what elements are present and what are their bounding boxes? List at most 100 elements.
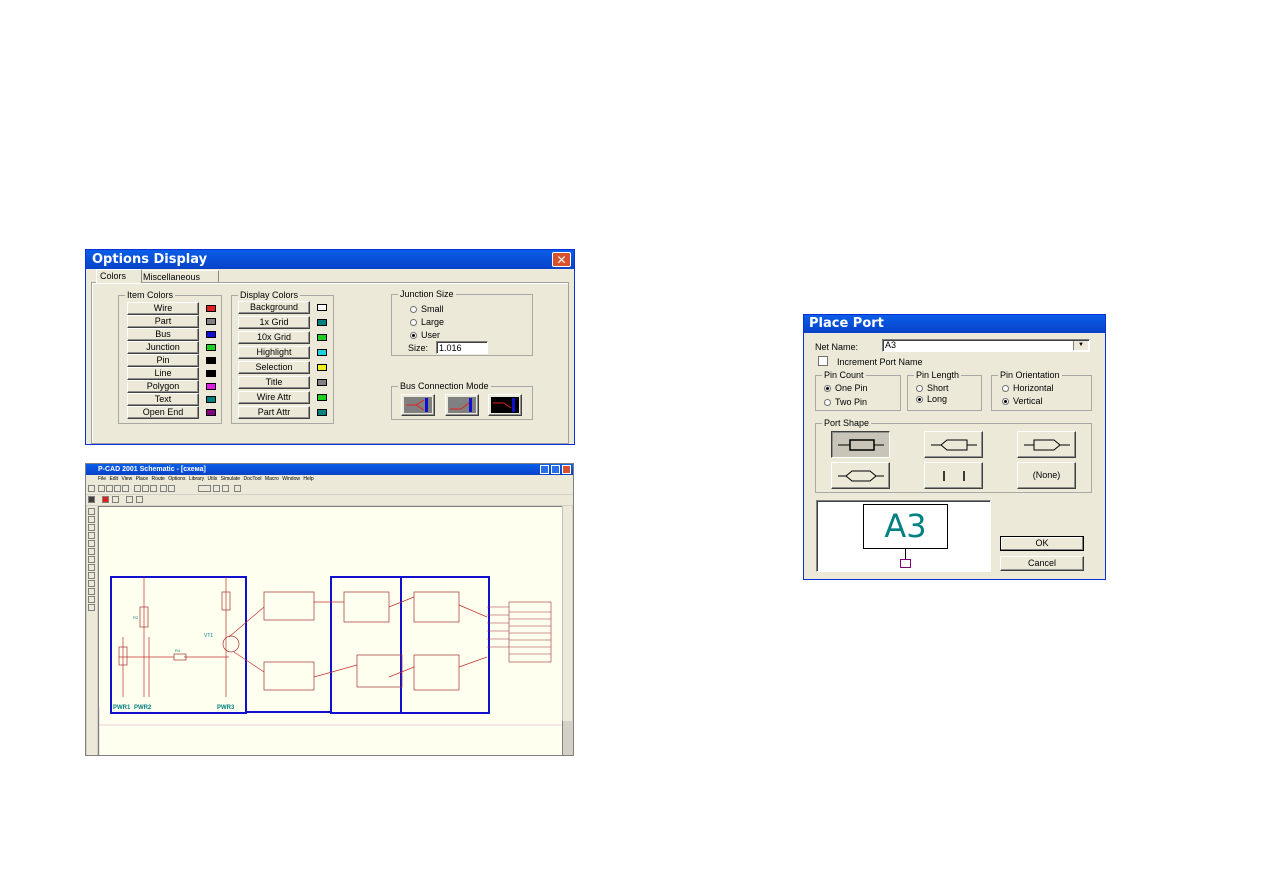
junction-small-radio[interactable]: Small [410,304,444,314]
net-name-dropdown[interactable]: A3 ▼ [882,339,1090,352]
port-preview-pin [905,549,906,559]
pcad-maximize-icon[interactable] [551,465,560,474]
zoom-extents-icon[interactable] [213,485,220,492]
part-attr-color-button[interactable]: Part Attr [238,406,310,419]
cut-icon[interactable] [134,485,141,492]
title-color-button[interactable]: Title [238,376,310,389]
part-color-button[interactable]: Part [127,315,199,328]
print-icon[interactable] [122,485,129,492]
place-line-icon[interactable] [88,548,95,555]
port-shape-none-button[interactable]: (None) [1017,462,1076,489]
short-radio[interactable]: Short [916,383,949,393]
junction-color-button[interactable]: Junction [127,341,199,354]
schematic-canvas[interactable]: PWR1 PWR2 PWR3 VT1 R4 R2 [98,506,563,755]
wire-color-button[interactable]: Wire [127,302,199,315]
junction-user-radio[interactable]: User [410,330,440,340]
vertical-radio[interactable]: Vertical [1002,396,1043,406]
open-end-color-button[interactable]: Open End [127,406,199,419]
port-shape-bar-button[interactable] [924,462,983,489]
pcad-toolbar [86,484,573,494]
bus-mode-angled-button[interactable] [401,394,435,416]
place-port-icon[interactable] [88,532,95,539]
place-table-icon[interactable] [88,604,95,611]
zoom-window-icon[interactable] [198,485,211,492]
line-color-button[interactable]: Line [127,367,199,380]
increment-port-name-label: Increment Port Name [837,357,923,367]
grid-icon[interactable] [112,496,119,503]
place-polygon-icon[interactable] [88,564,95,571]
polygon-color-button[interactable]: Polygon [127,380,199,393]
long-radio[interactable]: Long [916,394,947,404]
junction-size-input[interactable]: 1.016 [436,341,488,354]
tab-colors[interactable]: Colors [96,269,142,283]
line-color-swatch [206,370,216,377]
place-wire-icon[interactable] [88,508,95,515]
highlight-color-button[interactable]: Highlight [238,346,310,359]
wire-color-swatch [206,305,216,312]
save-file-icon[interactable] [114,485,121,492]
junction-large-radio[interactable]: Large [410,317,444,327]
layer-icon[interactable] [88,496,95,503]
redo-icon[interactable] [168,485,175,492]
10x-grid-color-button[interactable]: 10x Grid [238,331,310,344]
vertical-label: Vertical [1013,396,1043,406]
text-color-button[interactable]: Text [127,393,199,406]
bus-mode-diagonal-button[interactable] [445,394,479,416]
bus-color-button[interactable]: Bus [127,328,199,341]
zoom-in-icon[interactable] [222,485,229,492]
place-pin-icon[interactable] [88,540,95,547]
redraw-icon[interactable] [234,485,241,492]
place-bus-icon[interactable] [88,524,95,531]
place-ieee-icon[interactable] [88,588,95,595]
ok-button[interactable]: OK [1000,536,1084,551]
port-shape-box-button[interactable] [831,431,890,458]
copy-icon[interactable] [142,485,149,492]
r2-label: R2 [133,615,139,620]
pin-color-button[interactable]: Pin [127,354,199,367]
horizontal-radio[interactable]: Horizontal [1002,383,1054,393]
place-part-icon[interactable] [88,516,95,523]
bus-mode-straight-button[interactable] [488,394,522,416]
pcad-close-icon[interactable] [562,465,571,474]
pcad-titlebar[interactable]: P-CAD 2001 Schematic - [схема] [86,464,573,475]
chevron-down-icon[interactable]: ▼ [1073,341,1088,350]
background-color-button[interactable]: Background [238,301,310,314]
pcad-minimize-icon[interactable] [540,465,549,474]
one-pin-radio[interactable]: One Pin [824,383,868,393]
port-shape-right-arrow-button[interactable] [1017,431,1076,458]
open-end-color-swatch [206,409,216,416]
port-shape-both-arrow-button[interactable] [831,462,890,489]
undo-icon[interactable] [160,485,167,492]
port-left-arrow-icon [930,439,977,451]
place-text-icon[interactable] [88,572,95,579]
place-arc-icon[interactable] [88,556,95,563]
two-pin-radio[interactable]: Two Pin [824,397,867,407]
long-label: Long [927,394,948,404]
options-display-titlebar[interactable]: Options Display ✕ [86,250,574,269]
junction-user-label: User [421,330,441,340]
ortho-icon[interactable] [126,496,133,503]
select-tool-icon[interactable] [88,485,95,492]
increment-port-name-checkbox[interactable] [818,356,828,366]
junction-color-swatch [206,344,216,351]
radio-icon [410,306,417,313]
paste-icon[interactable] [150,485,157,492]
pcad-menu-bar[interactable]: File Edit View Place Route Options Libra… [86,475,573,484]
vertical-scrollbar[interactable] [562,506,572,721]
place-field-icon[interactable] [88,580,95,587]
new-file-icon[interactable] [98,485,105,492]
1x-grid-color-button[interactable]: 1x Grid [238,316,310,329]
snap-icon[interactable] [136,496,143,503]
wire-attr-color-button[interactable]: Wire Attr [238,391,310,404]
port-preview-pin-end [900,559,911,568]
open-file-icon[interactable] [106,485,113,492]
close-icon[interactable]: ✕ [552,252,571,267]
pin-count-title: Pin Count [822,370,866,380]
place-junction-icon[interactable] [88,596,95,603]
selection-color-button[interactable]: Selection [238,361,310,374]
cancel-button[interactable]: Cancel [1000,556,1084,571]
place-port-titlebar[interactable]: Place Port [804,315,1105,333]
port-shape-left-arrow-button[interactable] [924,431,983,458]
placement-toolbar [87,506,97,755]
record-icon[interactable] [102,496,109,503]
